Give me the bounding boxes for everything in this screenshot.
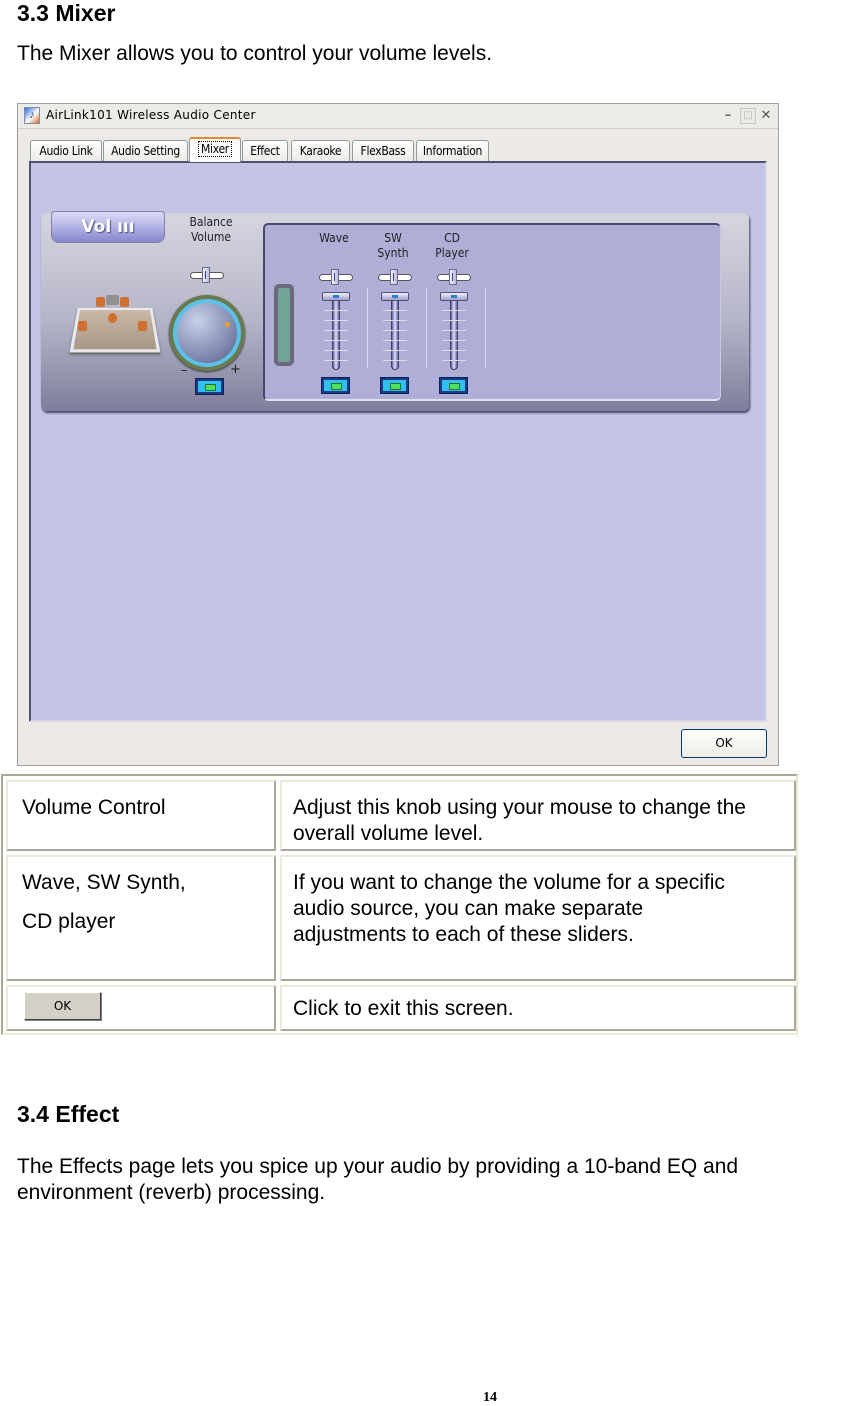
tab-audio-link[interactable]: Audio Link: [30, 140, 102, 161]
section-heading-effect: 3.4 Effect: [17, 1101, 120, 1127]
table-cell-description: If you want to change the volume for a s…: [280, 855, 796, 981]
window-title: AirLink101 Wireless Audio Center: [46, 108, 256, 122]
mixer-console: Vol ııı Balance Volume – + Wave SW Synth…: [41, 211, 749, 411]
channel-mixer-area: Wave SW Synth CD Player: [263, 223, 721, 401]
channel-label-line1: CD: [444, 231, 460, 245]
channel-label-line1: Wave: [319, 231, 349, 245]
term-line: CD player: [22, 910, 116, 933]
mixer-description-table: Volume Control Adjust this knob using yo…: [1, 774, 798, 1035]
channel-label-line2: Synth: [377, 246, 409, 260]
tab-audio-setting[interactable]: Audio Setting: [103, 140, 188, 161]
table-cell-term: Wave, SW Synth, CD player: [6, 855, 276, 981]
tab-mixer[interactable]: Mixer: [189, 137, 241, 162]
sw-synth-mute-button[interactable]: [380, 377, 409, 394]
sw-synth-volume-slider[interactable]: [381, 292, 409, 372]
channel-label-wave: Wave: [309, 231, 359, 246]
channel-label-cd-player: CD Player: [427, 231, 477, 261]
maximize-icon[interactable]: □: [740, 108, 756, 124]
table-cell-description: Click to exit this screen.: [280, 985, 796, 1031]
knob-minus-label: –: [181, 363, 188, 378]
effect-intro-text: The Effects page lets you spice up your …: [17, 1155, 739, 1204]
app-window-screenshot: ♪ AirLink101 Wireless Audio Center – □ ✕…: [17, 103, 779, 766]
master-volume-knob[interactable]: [169, 295, 245, 371]
cd-player-balance-slider[interactable]: [437, 269, 471, 285]
channel-divider: [485, 288, 486, 368]
app-music-icon: ♪: [24, 107, 40, 124]
minimize-icon[interactable]: –: [720, 108, 736, 124]
section-heading-mixer: 3.3 Mixer: [17, 0, 116, 26]
wave-balance-slider[interactable]: [319, 269, 353, 285]
cd-player-mute-button[interactable]: [439, 377, 468, 394]
close-icon[interactable]: ✕: [758, 108, 774, 124]
table-cell-description: Adjust this knob using your mouse to cha…: [280, 780, 796, 851]
wave-mute-button[interactable]: [321, 377, 350, 394]
term-line: Wave, SW Synth,: [22, 871, 186, 894]
master-mute-button[interactable]: [195, 378, 224, 395]
tab-karaoke[interactable]: Karaoke: [291, 140, 350, 161]
knob-plus-label: +: [230, 362, 241, 377]
speaker-room-icon: [66, 293, 161, 353]
table-cell-term: Volume Control: [6, 780, 276, 851]
window-titlebar: ♪ AirLink101 Wireless Audio Center – □ ✕: [18, 104, 778, 129]
table-cell-term: OK: [6, 985, 276, 1031]
tab-mixer-label: Mixer: [198, 141, 232, 157]
tab-effect[interactable]: Effect: [242, 140, 288, 161]
balance-slider[interactable]: [190, 267, 224, 283]
wave-volume-slider[interactable]: [322, 292, 350, 372]
mixer-intro-text: The Mixer allows you to control your vol…: [17, 42, 493, 65]
channel-label-line1: SW: [384, 231, 402, 245]
ok-button[interactable]: OK: [681, 729, 767, 758]
channel-divider: [367, 288, 368, 368]
cd-player-volume-slider[interactable]: [440, 292, 468, 372]
page-number: 14: [483, 1390, 497, 1405]
ok-button-image: OK: [24, 992, 101, 1020]
tab-information[interactable]: Information: [416, 140, 489, 161]
level-meter: [274, 284, 294, 366]
vol-label: Vol ııı: [51, 211, 165, 243]
channel-label-sw-synth: SW Synth: [368, 231, 418, 261]
tab-flexbass[interactable]: FlexBass: [352, 140, 414, 161]
balance-volume-label: Balance Volume: [181, 215, 241, 245]
balance-label-line1: Balance: [189, 215, 233, 229]
sw-synth-balance-slider[interactable]: [378, 269, 412, 285]
mixer-panel: Vol ııı Balance Volume – + Wave SW Synth…: [29, 161, 767, 722]
channel-label-line2: Player: [435, 246, 469, 260]
channel-divider: [426, 288, 427, 368]
balance-label-line2: Volume: [190, 230, 232, 244]
